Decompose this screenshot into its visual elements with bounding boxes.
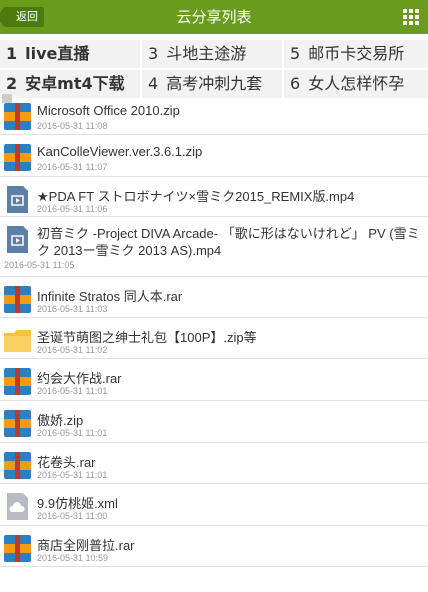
hot-rank: 6: [290, 74, 301, 93]
list-item[interactable]: 傲娇.zip 2016-05-31 11:01: [0, 401, 428, 443]
archive-icon: [4, 410, 31, 437]
hot-rank: 3: [148, 44, 159, 63]
file-date: 2016-05-31 11:08: [37, 121, 108, 131]
list-item[interactable]: Microsoft Office 2010.zip 2016-05-31 11:0…: [0, 94, 428, 135]
list-item[interactable]: 约会大作战.rar 2016-05-31 11:01: [0, 359, 428, 401]
grid-icon[interactable]: [403, 9, 419, 25]
cloud-file-icon: [7, 493, 28, 520]
hot-rank: 1: [6, 44, 18, 63]
hot-search-grid: 1 live直播 3 斗地主途游 5 邮币卡交易所 2 安卓mt4下载 4 高考冲刺九套 …: [0, 40, 428, 100]
hot-text: 斗地主途游: [166, 44, 247, 63]
archive-icon: [4, 103, 31, 130]
top-bar: 云分享列表 返回: [0, 0, 428, 34]
back-button[interactable]: 返回: [0, 7, 44, 27]
list-item[interactable]: 圣诞节萌图之绅士礼包【100P】.zip等 2016-05-31 11:02: [0, 318, 428, 359]
hot-search-item[interactable]: 1 live直播: [0, 40, 140, 68]
file-date: 2016-05-31 11:05: [4, 260, 75, 270]
hot-rank: 5: [290, 44, 301, 63]
list-item[interactable]: KanColleViewer.ver.3.6.1.zip 2016-05-31 1…: [0, 135, 428, 177]
archive-icon: [4, 535, 31, 562]
file-name[interactable]: Microsoft Office 2010.zip: [37, 103, 180, 118]
file-date: 2016-05-31 11:01: [37, 386, 108, 396]
list-item[interactable]: ★PDA FT ストロボナイツ×雪ミク2015_REMIX版.mp4 2016-0…: [0, 177, 428, 217]
file-name[interactable]: KanColleViewer.ver.3.6.1.zip: [37, 144, 202, 159]
hot-text: live直播: [25, 44, 90, 63]
file-date: 2016-05-31 11:01: [37, 428, 108, 438]
file-name[interactable]: 圣诞节萌图之绅士礼包【100P】.zip等: [37, 327, 257, 346]
archive-icon: [4, 286, 31, 313]
hot-rank: 4: [148, 74, 159, 93]
file-name[interactable]: 约会大作战.rar: [37, 368, 122, 387]
page-title: 云分享列表: [176, 8, 252, 26]
video-icon: [7, 226, 28, 253]
video-icon: [7, 186, 28, 213]
hot-search-item[interactable]: 3 斗地主途游: [142, 40, 282, 68]
list-item[interactable]: 商店全刚普拉.rar 2016-05-31 10:59: [0, 526, 428, 567]
file-date: 2016-05-31 11:06: [37, 204, 108, 214]
hot-text: 女人怎样怀孕: [308, 74, 405, 93]
file-name[interactable]: 9.9仿桃姬.xml: [37, 493, 118, 512]
file-name[interactable]: Infinite Stratos 同人本.rar: [37, 286, 182, 305]
list-item[interactable]: 初音ミク -Project DIVA Arcade- 「歌に形はないけれど」 P…: [0, 217, 428, 277]
folder-icon: [4, 330, 31, 352]
file-name[interactable]: 傲娇.zip: [37, 410, 83, 429]
hot-search-row: 1 live直播 3 斗地主途游 5 邮币卡交易所: [0, 40, 428, 70]
list-item[interactable]: Infinite Stratos 同人本.rar 2016-05-31 11:03: [0, 277, 428, 318]
file-list: Microsoft Office 2010.zip 2016-05-31 11:0…: [0, 94, 428, 567]
file-name[interactable]: 商店全刚普拉.rar: [37, 535, 135, 554]
file-date: 2016-05-31 11:07: [37, 162, 108, 172]
archive-icon: [4, 144, 31, 171]
file-name[interactable]: ★PDA FT ストロボナイツ×雪ミク2015_REMIX版.mp4: [37, 186, 354, 205]
hot-text: 高考冲刺九套: [166, 74, 263, 93]
archive-icon: [4, 368, 31, 395]
hot-rank: 2: [6, 74, 18, 93]
file-name[interactable]: 花卷头.rar: [37, 452, 96, 471]
archive-icon: [4, 452, 31, 479]
list-item[interactable]: 9.9仿桃姬.xml 2016-05-31 11:00: [0, 484, 428, 526]
file-name[interactable]: 初音ミク -Project DIVA Arcade- 「歌に形はないけれど」 P…: [37, 225, 421, 259]
file-date: 2016-05-31 11:01: [37, 470, 108, 480]
file-date: 2016-05-31 11:00: [37, 511, 108, 521]
file-date: 2016-05-31 10:59: [37, 553, 109, 563]
list-item[interactable]: 花卷头.rar 2016-05-31 11:01: [0, 443, 428, 484]
hot-search-item[interactable]: 5 邮币卡交易所: [284, 40, 428, 68]
hot-text: 安卓mt4下载: [25, 74, 125, 93]
file-date: 2016-05-31 11:02: [37, 345, 108, 355]
file-date: 2016-05-31 11:03: [37, 304, 108, 314]
hot-text: 邮币卡交易所: [308, 44, 405, 63]
